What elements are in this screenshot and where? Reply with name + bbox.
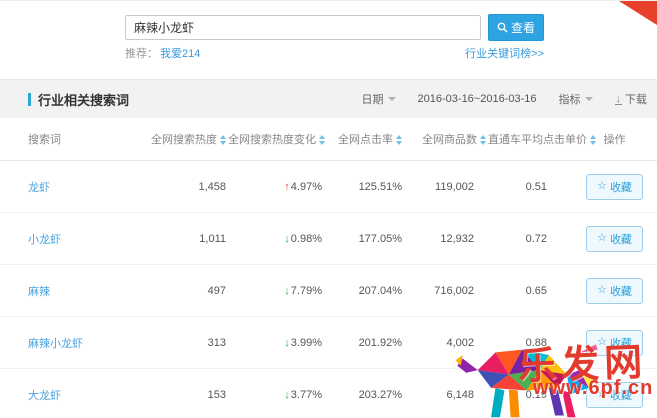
- ppc-value: 0.88: [488, 337, 572, 349]
- favorite-button-label: 收藏: [610, 335, 632, 351]
- heat-value: 497: [133, 285, 228, 297]
- heat-value: 153: [133, 389, 228, 401]
- column-header[interactable]: 全网点击率: [328, 131, 410, 147]
- column-header: 操作: [572, 131, 657, 147]
- date-dropdown[interactable]: 日期: [362, 91, 396, 107]
- favorite-button-label: 收藏: [610, 387, 632, 403]
- term-link[interactable]: 大龙虾: [28, 390, 61, 402]
- table-row: 麻辣 497 ↓7.79% 207.04% 716,002 0.65 ☆收藏: [0, 265, 657, 317]
- metric-dropdown[interactable]: 指标: [559, 91, 593, 107]
- table-row: 大龙虾 153 ↓3.77% 203.27% 6,148 0.19 ☆收藏: [0, 369, 657, 418]
- favorite-button[interactable]: ☆收藏: [586, 382, 643, 408]
- ppc-value: 0.51: [488, 181, 572, 193]
- change-arrow-icon: ↑: [284, 181, 290, 193]
- table-row: 麻辣小龙虾 313 ↓3.99% 201.92% 4,002 0.88 ☆收藏: [0, 317, 657, 369]
- change-value: 3.99%: [291, 337, 322, 349]
- term-link[interactable]: 麻辣: [28, 286, 50, 298]
- ctr-value: 203.27%: [328, 389, 410, 401]
- favorite-button-label: 收藏: [610, 179, 632, 195]
- ctr-value: 177.05%: [328, 233, 410, 245]
- ppc-value: 0.72: [488, 233, 572, 245]
- chevron-down-icon: [388, 97, 396, 101]
- change-value: 7.79%: [291, 285, 322, 297]
- ctr-value: 125.51%: [328, 181, 410, 193]
- industry-keyword-rank-link[interactable]: 行业关键词榜>>: [465, 45, 544, 61]
- heat-value: 313: [133, 337, 228, 349]
- products-value: 12,932: [410, 233, 488, 245]
- ctr-value: 201.92%: [328, 337, 410, 349]
- change-value: 4.97%: [291, 181, 322, 193]
- section-header-bar: 行业相关搜索词 日期 2016-03-16~2016-03-16 指标 ↓ 下载: [0, 79, 657, 118]
- sort-icon[interactable]: [319, 135, 325, 145]
- chevron-down-icon: [585, 97, 593, 101]
- ppc-value: 0.65: [488, 285, 572, 297]
- change-arrow-icon: ↓: [284, 389, 290, 401]
- star-icon: ☆: [597, 233, 607, 244]
- table-header-row: 搜索词全网搜索热度全网搜索热度变化全网点击率全网商品数直通车平均点击单价操作: [0, 118, 657, 161]
- products-value: 716,002: [410, 285, 488, 297]
- favorite-button-label: 收藏: [610, 231, 632, 247]
- column-header[interactable]: 全网商品数: [410, 131, 488, 147]
- table-body: 龙虾 1,458 ↑4.97% 125.51% 119,002 0.51 ☆收藏…: [0, 161, 657, 418]
- favorite-button[interactable]: ☆收藏: [586, 226, 643, 252]
- column-header[interactable]: 全网搜索热度: [133, 131, 228, 147]
- ctr-value: 207.04%: [328, 285, 410, 297]
- sort-icon[interactable]: [220, 135, 226, 145]
- page: 查看 推荐：我爱214 行业关键词榜>> 行业相关搜索词 日期 2016-03-…: [0, 0, 657, 418]
- date-label: 日期: [362, 91, 384, 107]
- download-button[interactable]: ↓ 下载: [615, 91, 648, 107]
- search-button-label: 查看: [511, 19, 535, 36]
- column-header[interactable]: 直通车平均点击单价: [488, 131, 572, 147]
- favorite-button[interactable]: ☆收藏: [586, 330, 643, 356]
- products-value: 4,002: [410, 337, 488, 349]
- column-header[interactable]: 全网搜索热度变化: [228, 131, 328, 147]
- recommend-row: 推荐：我爱214: [125, 45, 200, 61]
- change-value: 0.98%: [291, 233, 322, 245]
- change-arrow-icon: ↓: [284, 233, 290, 245]
- star-icon: ☆: [597, 337, 607, 348]
- section-title: 行业相关搜索词: [28, 90, 129, 109]
- favorite-button[interactable]: ☆收藏: [586, 278, 643, 304]
- recommend-label: 推荐：: [125, 48, 158, 60]
- table-row: 小龙虾 1,011 ↓0.98% 177.05% 12,932 0.72 ☆收藏: [0, 213, 657, 265]
- search-icon: [497, 22, 508, 33]
- products-value: 119,002: [410, 181, 488, 193]
- table-row: 龙虾 1,458 ↑4.97% 125.51% 119,002 0.51 ☆收藏: [0, 161, 657, 213]
- corner-ribbon-decoration: [619, 1, 657, 25]
- change-arrow-icon: ↓: [284, 337, 290, 349]
- favorite-button-label: 收藏: [610, 283, 632, 299]
- term-link[interactable]: 麻辣小龙虾: [28, 338, 83, 350]
- related-search-table: 搜索词全网搜索热度全网搜索热度变化全网点击率全网商品数直通车平均点击单价操作 龙…: [0, 118, 657, 418]
- change-arrow-icon: ↓: [284, 285, 290, 297]
- column-header: 搜索词: [0, 131, 133, 147]
- favorite-button[interactable]: ☆收藏: [586, 174, 643, 200]
- change-value: 3.77%: [291, 389, 322, 401]
- term-link[interactable]: 小龙虾: [28, 234, 61, 246]
- search-area: 查看 推荐：我爱214 行业关键词榜>>: [0, 1, 657, 79]
- search-view-button[interactable]: 查看: [488, 14, 544, 41]
- products-value: 6,148: [410, 389, 488, 401]
- download-label: 下载: [625, 91, 647, 107]
- star-icon: ☆: [597, 285, 607, 296]
- recommend-link[interactable]: 我爱214: [160, 48, 200, 60]
- date-range-picker[interactable]: 2016-03-16~2016-03-16: [418, 93, 537, 105]
- section-controls: 日期 2016-03-16~2016-03-16 指标 ↓ 下载: [362, 91, 647, 107]
- heat-value: 1,458: [133, 181, 228, 193]
- sort-icon[interactable]: [396, 135, 402, 145]
- metric-label: 指标: [559, 91, 581, 107]
- heat-value: 1,011: [133, 233, 228, 245]
- ppc-value: 0.19: [488, 389, 572, 401]
- term-link[interactable]: 龙虾: [28, 182, 50, 194]
- keyword-search-input[interactable]: [125, 15, 481, 40]
- download-icon: ↓: [615, 94, 623, 105]
- star-icon: ☆: [597, 389, 607, 400]
- sort-icon[interactable]: [480, 135, 486, 145]
- star-icon: ☆: [597, 181, 607, 192]
